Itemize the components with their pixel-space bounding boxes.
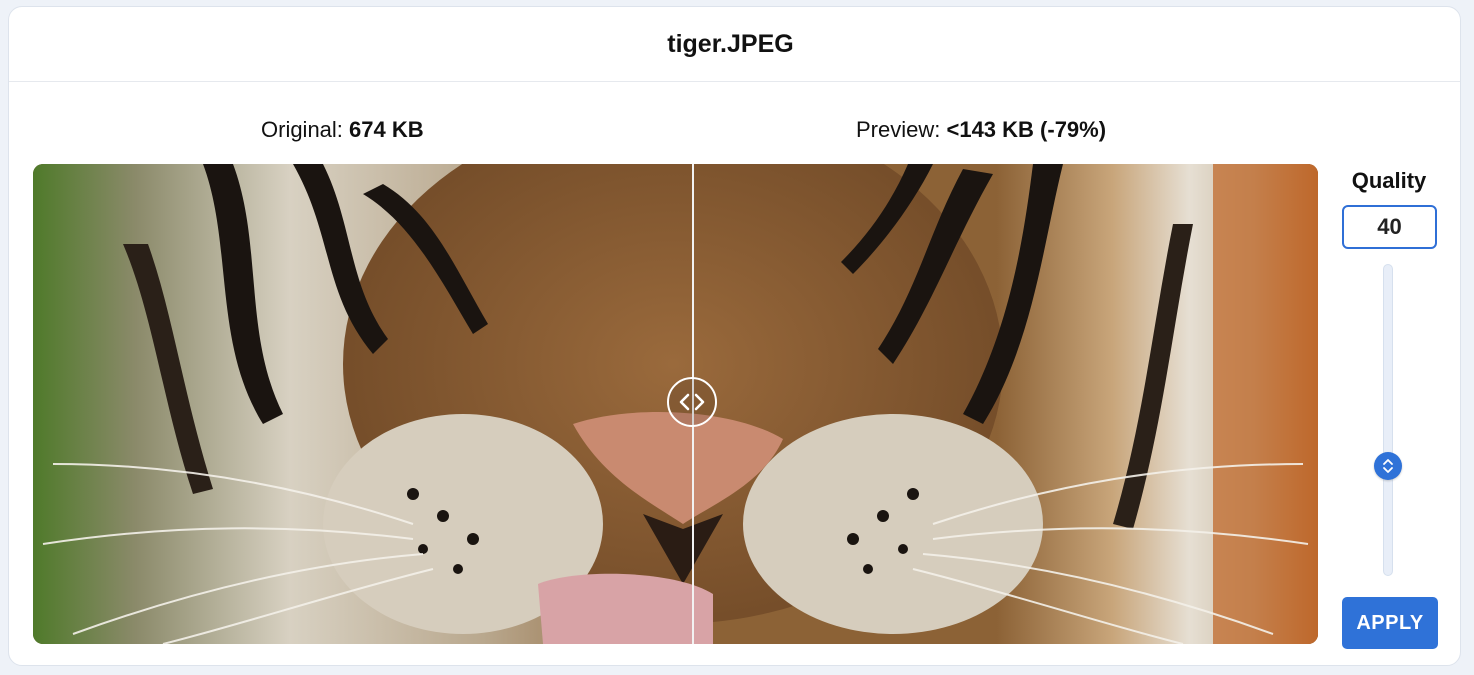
apply-button[interactable]: APPLY: [1342, 597, 1438, 649]
preview-size-label: Preview: <143 KB (-79%): [856, 117, 1106, 143]
title-bar: tiger.JPEG: [9, 7, 1460, 82]
preview-prefix: Preview:: [856, 117, 941, 142]
image-compare-dialog: tiger.JPEG Original: 674 KB Preview: <14…: [8, 6, 1461, 666]
quality-input[interactable]: [1342, 205, 1437, 249]
original-prefix: Original:: [261, 117, 343, 142]
original-size-value: 674 KB: [349, 117, 424, 142]
quality-label: Quality: [1351, 168, 1427, 193]
quality-slider[interactable]: [1383, 264, 1393, 576]
original-size-label: Original: 674 KB: [261, 117, 424, 143]
file-name-title: tiger.JPEG: [667, 29, 794, 58]
up-down-chevron-icon[interactable]: [1374, 452, 1402, 480]
preview-size-value: <143 KB (-79%): [946, 117, 1107, 142]
quality-panel: Quality APPLY: [1339, 162, 1439, 652]
compare-arrows-icon[interactable]: [667, 377, 717, 427]
comparison-viewer[interactable]: [33, 164, 1318, 644]
